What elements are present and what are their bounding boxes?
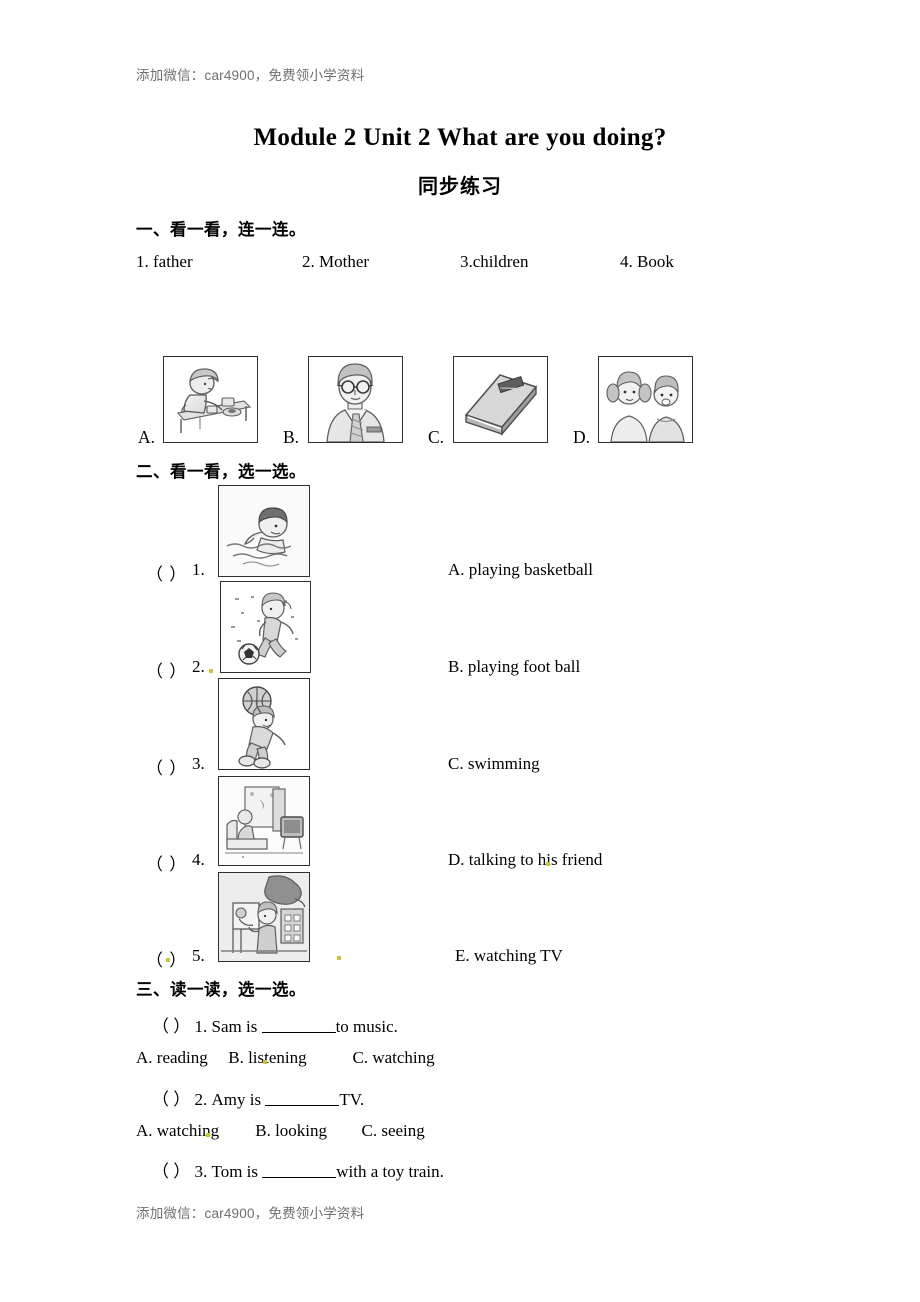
picture-label-c: C. bbox=[428, 427, 445, 447]
scan-artifact-5 bbox=[263, 1060, 267, 1064]
section-3-q1-option-a[interactable]: A. reading bbox=[136, 1048, 224, 1068]
picture-label-d: D. bbox=[573, 427, 591, 447]
section-2-number-1: 1. bbox=[192, 560, 205, 579]
scan-artifact-1 bbox=[209, 669, 213, 673]
picture-label-b: B. bbox=[283, 427, 300, 447]
section-3-bracket-2[interactable]: （ ） bbox=[152, 1090, 190, 1109]
section-2-option-a: A. playing basketball bbox=[448, 560, 593, 579]
section-1-heading: 一、看一看，连一连。 bbox=[136, 220, 306, 239]
section-3-question-2: （ ） 2. Amy is TV. bbox=[152, 1085, 364, 1110]
section-3-number-3: 3. bbox=[194, 1162, 208, 1181]
picture-a-mother-cooking bbox=[163, 356, 258, 443]
section-2-picture-5-phone-call bbox=[218, 872, 310, 962]
answer-blank-1[interactable] bbox=[261, 1018, 336, 1033]
section-2-bracket-3[interactable]: （ ） bbox=[146, 754, 187, 779]
section-1-word-row: 1. father 2. Mother 3.children 4. Book bbox=[136, 252, 816, 276]
section-2-option-d: D. talking to his friend bbox=[448, 850, 603, 869]
picture-c-book bbox=[453, 356, 548, 443]
section-3-stem-3-before: Tom is bbox=[211, 1162, 263, 1181]
section-2-bracket-1[interactable]: （ ） bbox=[146, 560, 187, 585]
word-item-2: 2. Mother bbox=[302, 252, 370, 271]
section-3-heading: 三、读一读，选一选。 bbox=[136, 980, 306, 999]
section-3-q2-option-c[interactable]: C. seeing bbox=[362, 1121, 425, 1140]
section-3-stem-2-after: TV. bbox=[339, 1090, 365, 1109]
picture-label-a: A. bbox=[138, 427, 156, 447]
section-2-number-3: 3. bbox=[192, 754, 205, 773]
section-3-q2-option-b[interactable]: B. looking bbox=[255, 1121, 357, 1141]
scan-artifact-4 bbox=[337, 956, 341, 960]
scan-artifact-6 bbox=[206, 1133, 210, 1137]
section-2-picture-4-watching-tv bbox=[218, 776, 310, 866]
section-3-options-2: A. watching B. looking C. seeing bbox=[136, 1121, 425, 1141]
word-item-3: 3.children bbox=[460, 252, 529, 271]
section-2-number-4: 4. bbox=[192, 850, 205, 869]
section-3-q1-option-b[interactable]: B. listening bbox=[228, 1048, 348, 1068]
page-title: Module 2 Unit 2 What are you doing? bbox=[253, 124, 667, 151]
section-3-number-2: 2. bbox=[194, 1090, 208, 1109]
worksheet-page: 添加微信：car4900，免费领小学资料 添加微信：car4900，免费领小学资… bbox=[0, 0, 920, 1302]
section-2-number-5: 5. bbox=[192, 946, 205, 965]
section-3-stem-2-before: Amy is bbox=[211, 1090, 266, 1109]
answer-blank-3[interactable] bbox=[262, 1163, 337, 1178]
watermark-top: 添加微信：car4900，免费领小学资料 bbox=[136, 68, 365, 83]
answer-blank-2[interactable] bbox=[265, 1091, 340, 1106]
section-2-option-b: B. playing foot ball bbox=[448, 657, 581, 676]
word-item-4: 4. Book bbox=[620, 252, 674, 271]
section-3-question-1: （ ） 1. Sam is to music. bbox=[152, 1012, 398, 1037]
watermark-bottom: 添加微信：car4900，免费领小学资料 bbox=[136, 1206, 365, 1221]
scan-artifact-3 bbox=[166, 958, 170, 962]
section-3-q2-option-a[interactable]: A. watching bbox=[136, 1121, 251, 1141]
section-2-option-c: C. swimming bbox=[448, 754, 540, 773]
section-3-options-1: A. reading B. listening C. watching bbox=[136, 1048, 435, 1068]
page-subtitle: 同步练习 bbox=[418, 174, 502, 198]
section-3-stem-1-after: to music. bbox=[335, 1017, 398, 1036]
section-3-question-3: （ ） 3. Tom is with a toy train. bbox=[152, 1157, 444, 1182]
section-2-bracket-4[interactable]: （ ） bbox=[146, 850, 187, 875]
section-2-option-e: E. watching TV bbox=[455, 946, 563, 965]
section-2-picture-2-football bbox=[220, 581, 311, 673]
scan-artifact-2 bbox=[546, 862, 550, 866]
section-2-picture-3-basketball bbox=[218, 678, 310, 770]
section-3-stem-1-before: Sam is bbox=[211, 1017, 262, 1036]
section-3-stem-3-after: with a toy train. bbox=[336, 1162, 444, 1181]
picture-b-father bbox=[308, 356, 403, 443]
section-2-bracket-2[interactable]: （ ） bbox=[146, 657, 187, 682]
word-item-1: 1. father bbox=[136, 252, 193, 271]
section-2-picture-1-swimming bbox=[218, 485, 310, 577]
section-3-bracket-3[interactable]: （ ） bbox=[152, 1162, 190, 1181]
section-2-heading: 二、看一看，选一选。 bbox=[136, 462, 306, 481]
section-3-bracket-1[interactable]: （ ） bbox=[152, 1017, 190, 1036]
section-3-number-1: 1. bbox=[194, 1017, 208, 1036]
section-3-q1-option-c[interactable]: C. watching bbox=[353, 1048, 435, 1067]
picture-d-children bbox=[598, 356, 693, 443]
section-2-number-2: 2. bbox=[192, 657, 205, 676]
